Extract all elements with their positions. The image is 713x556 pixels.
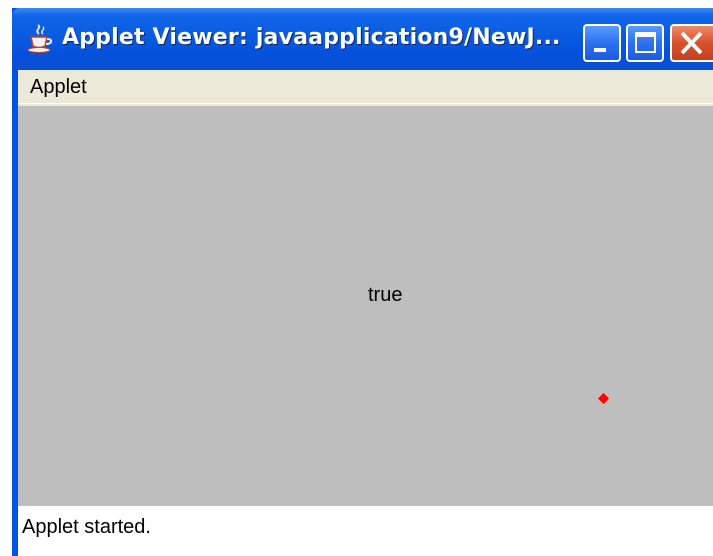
applet-viewer-window: Applet Viewer: javaapplication9/NewJ... … bbox=[12, 8, 713, 556]
maximize-button[interactable] bbox=[626, 24, 664, 62]
window-client-area: Applet true Applet started. bbox=[18, 70, 713, 556]
red-dot-marker bbox=[598, 393, 609, 404]
menu-bar: Applet bbox=[18, 70, 713, 104]
status-text: Applet started. bbox=[22, 516, 151, 538]
minimize-button[interactable] bbox=[583, 24, 621, 62]
applet-canvas[interactable]: true bbox=[18, 106, 713, 506]
window-title: Applet Viewer: javaapplication9/NewJ... bbox=[62, 25, 561, 50]
close-button[interactable] bbox=[670, 24, 713, 62]
java-cup-icon[interactable] bbox=[24, 22, 56, 54]
minimize-icon bbox=[594, 48, 606, 52]
applet-output-text: true bbox=[368, 284, 403, 306]
menu-applet[interactable]: Applet bbox=[28, 74, 89, 100]
close-icon bbox=[680, 31, 703, 55]
maximize-icon bbox=[635, 32, 656, 53]
status-bar: Applet started. bbox=[18, 506, 713, 556]
title-bar[interactable]: Applet Viewer: javaapplication9/NewJ... bbox=[12, 8, 713, 70]
